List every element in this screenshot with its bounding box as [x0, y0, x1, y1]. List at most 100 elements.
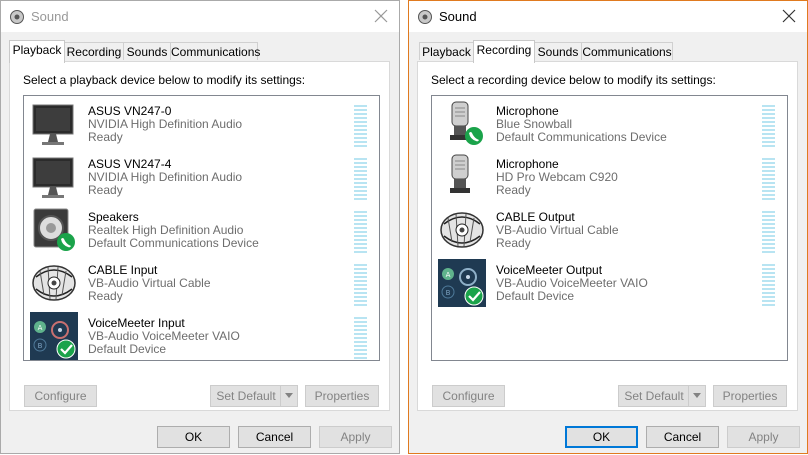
instruction-text: Select a playback device below to modify…	[23, 73, 306, 87]
device-driver: NVIDIA High Definition Audio	[88, 117, 243, 131]
device-name: ASUS VN247-0	[88, 104, 172, 118]
sound-dialog-playback: Sound Playback Recording Sounds Communic…	[0, 0, 400, 454]
device-name: Speakers	[88, 210, 139, 224]
device-item[interactable]: A B VoiceMeeter Input VB-Audio VoiceMeet…	[24, 310, 379, 363]
chevron-down-icon	[285, 393, 293, 398]
device-status: Default Communications Device	[496, 130, 667, 144]
cable-icon	[440, 212, 484, 248]
speaker-icon	[33, 208, 75, 251]
speaker-app-icon	[10, 10, 24, 24]
device-item[interactable]: CABLE Output VB-Audio Virtual Cable Read…	[432, 204, 787, 257]
device-driver: HD Pro Webcam C920	[496, 170, 618, 184]
tab-sounds[interactable]: Sounds	[123, 42, 171, 60]
device-driver: Blue Snowball	[496, 117, 573, 131]
level-meter	[762, 105, 775, 147]
tab-panel: Select a recording device below to modif…	[417, 61, 798, 411]
device-driver: NVIDIA High Definition Audio	[88, 170, 243, 184]
microphone-icon	[450, 101, 483, 145]
level-meter	[354, 317, 367, 359]
set-default-label: Set Default	[624, 389, 684, 403]
instruction-text: Select a recording device below to modif…	[431, 73, 716, 87]
configure-button[interactable]: Configure	[24, 385, 97, 407]
title-bar: Sound	[1, 1, 399, 32]
close-icon[interactable]	[781, 8, 797, 24]
tab-playback[interactable]: Playback	[9, 40, 65, 63]
apply-button[interactable]: Apply	[727, 426, 800, 448]
set-default-label: Set Default	[216, 389, 276, 403]
tab-recording[interactable]: Recording	[473, 40, 535, 63]
properties-button[interactable]: Properties	[713, 385, 787, 407]
level-meter	[762, 211, 775, 253]
title-bar: Sound	[409, 1, 807, 32]
device-status: Default Communications Device	[88, 236, 259, 250]
window-title: Sound	[439, 9, 477, 24]
level-meter	[762, 158, 775, 200]
window-title: Sound	[31, 9, 69, 24]
device-item[interactable]: CABLE Input VB-Audio Virtual Cable Ready	[24, 257, 379, 310]
tab-recording[interactable]: Recording	[64, 42, 124, 60]
device-status: Ready	[88, 130, 123, 144]
close-icon[interactable]	[373, 8, 389, 24]
device-name: ASUS VN247-4	[88, 157, 172, 171]
set-default-button[interactable]: Set Default	[210, 385, 298, 407]
device-status: Ready	[88, 289, 123, 303]
ok-button[interactable]: OK	[565, 426, 638, 448]
tab-communications[interactable]: Communications	[170, 42, 260, 60]
device-list: Microphone Blue Snowball Default Communi…	[431, 95, 788, 361]
tab-playback[interactable]: Playback	[419, 42, 474, 60]
tab-communications[interactable]: Communications	[581, 42, 673, 60]
device-name: Microphone	[496, 104, 559, 118]
voicemeeter-icon: A B	[30, 312, 78, 360]
device-driver: VB-Audio Virtual Cable	[496, 223, 619, 237]
set-default-button[interactable]: Set Default	[618, 385, 706, 407]
level-meter	[354, 264, 367, 306]
ok-button[interactable]: OK	[157, 426, 230, 448]
device-status: Default Device	[496, 289, 575, 303]
level-meter	[354, 158, 367, 200]
monitor-icon	[32, 157, 74, 198]
device-name: CABLE Output	[496, 210, 575, 224]
level-meter	[354, 211, 367, 253]
device-status: Default Device	[88, 342, 167, 356]
monitor-icon	[32, 104, 74, 145]
properties-button[interactable]: Properties	[305, 385, 379, 407]
device-item[interactable]: Speakers Realtek High Definition Audio D…	[24, 204, 379, 257]
level-meter	[762, 264, 775, 306]
tab-panel: Select a playback device below to modify…	[9, 61, 390, 411]
tab-sounds[interactable]: Sounds	[534, 42, 582, 60]
device-driver: VB-Audio Virtual Cable	[88, 276, 211, 290]
device-status: Ready	[88, 183, 123, 197]
device-driver: Realtek High Definition Audio	[88, 223, 244, 237]
level-meter	[354, 105, 367, 147]
device-name: VoiceMeeter Output	[496, 263, 603, 277]
microphone-icon	[450, 154, 470, 193]
cancel-button[interactable]: Cancel	[238, 426, 311, 448]
configure-button[interactable]: Configure	[432, 385, 505, 407]
apply-button[interactable]: Apply	[319, 426, 392, 448]
device-item[interactable]: ASUS VN247-0 NVIDIA High Definition Audi…	[24, 98, 379, 151]
svg-text:A: A	[446, 271, 451, 279]
svg-text:A: A	[38, 324, 43, 332]
device-status: Ready	[496, 183, 531, 197]
device-driver: VB-Audio VoiceMeeter VAIO	[496, 276, 648, 290]
device-name: VoiceMeeter Input	[88, 316, 185, 330]
device-list: ASUS VN247-0 NVIDIA High Definition Audi…	[23, 95, 380, 361]
speaker-app-icon	[418, 10, 432, 24]
set-default-dropdown[interactable]	[688, 386, 705, 406]
device-item[interactable]: Microphone Blue Snowball Default Communi…	[432, 98, 787, 151]
svg-text:B: B	[446, 289, 451, 297]
svg-text:B: B	[38, 342, 43, 350]
set-default-dropdown[interactable]	[280, 386, 297, 406]
device-status: Ready	[496, 236, 531, 250]
cable-icon	[32, 265, 76, 301]
cancel-button[interactable]: Cancel	[646, 426, 719, 448]
device-item[interactable]: ASUS VN247-4 NVIDIA High Definition Audi…	[24, 151, 379, 204]
device-driver: VB-Audio VoiceMeeter VAIO	[88, 329, 240, 343]
device-item[interactable]: A B VoiceMeeter Output VB-Audio VoiceMee…	[432, 257, 787, 310]
device-name: Microphone	[496, 157, 559, 171]
device-item[interactable]: Microphone HD Pro Webcam C920 Ready	[432, 151, 787, 204]
voicemeeter-icon: A B	[438, 259, 486, 307]
device-name: CABLE Input	[88, 263, 158, 277]
sound-dialog-recording: Sound Playback Recording Sounds Communic…	[408, 0, 808, 454]
chevron-down-icon	[693, 393, 701, 398]
